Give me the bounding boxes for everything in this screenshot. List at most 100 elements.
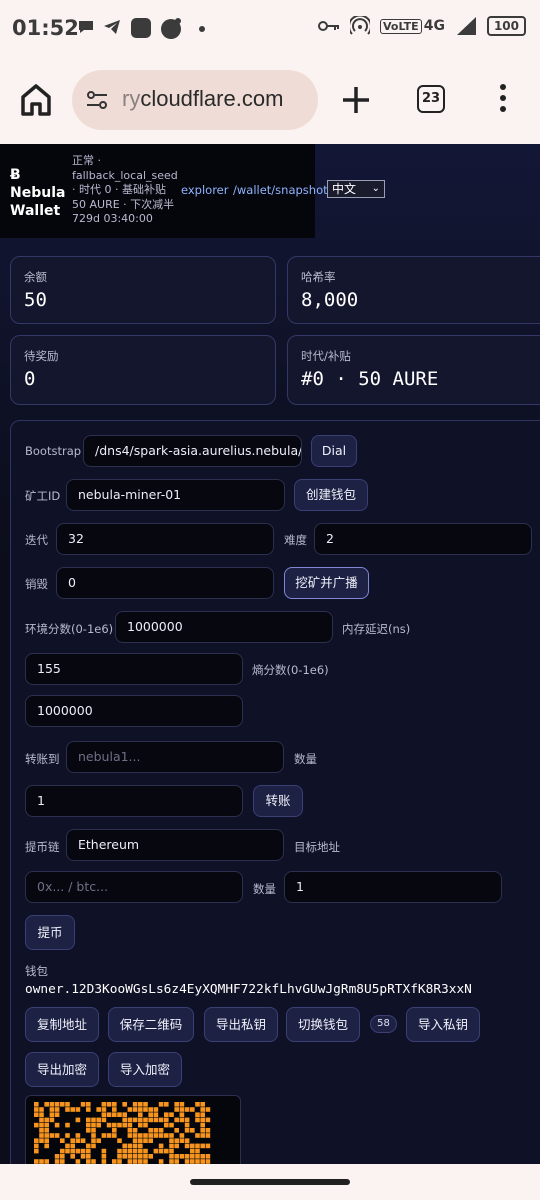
- home-icon[interactable]: [18, 82, 54, 118]
- save-qr-button[interactable]: 保存二维码: [108, 1007, 194, 1042]
- qr-module: [86, 1148, 91, 1154]
- qr-module: [49, 1112, 55, 1117]
- qr-module: [148, 1128, 153, 1133]
- qr-module: [138, 1148, 143, 1154]
- target-address-input[interactable]: 0x... / btc...: [25, 871, 243, 903]
- more-menu-icon[interactable]: [497, 84, 509, 118]
- qr-module: [190, 1154, 195, 1159]
- explorer-link[interactable]: explorer: [181, 183, 229, 197]
- difficulty-input[interactable]: 2: [314, 523, 532, 555]
- home-gesture-handle[interactable]: [190, 1179, 350, 1185]
- burn-input[interactable]: 0: [56, 567, 274, 599]
- qr-module: [190, 1143, 195, 1149]
- qr-module: [179, 1154, 185, 1159]
- qr-module: [122, 1102, 127, 1107]
- copy-address-button[interactable]: 复制地址: [25, 1007, 99, 1042]
- export-encrypted-button[interactable]: 导出加密: [25, 1052, 99, 1087]
- url-prefix: ry: [122, 86, 141, 111]
- qr-module: [200, 1128, 205, 1133]
- qr-module: [127, 1117, 133, 1123]
- chat-bubble-icon: [79, 21, 93, 33]
- wallet-label: 钱包: [25, 964, 48, 978]
- bootstrap-input[interactable]: /dns4/spark-asia.aurelius.nebula/tcp: [83, 435, 302, 467]
- qr-module: [132, 1143, 138, 1149]
- qr-module: [49, 1117, 55, 1123]
- qr-module: [122, 1117, 127, 1123]
- miner-id-label: 矿工ID: [25, 489, 61, 503]
- dial-button[interactable]: Dial: [311, 435, 357, 467]
- qr-module: [44, 1138, 49, 1143]
- snapshot-link[interactable]: /wallet/snapshot: [233, 183, 328, 197]
- qr-module: [174, 1117, 179, 1123]
- withdraw-button[interactable]: 提币: [25, 915, 75, 950]
- qr-module: [112, 1128, 117, 1133]
- qr-module: [70, 1143, 75, 1149]
- qr-module: [138, 1154, 143, 1159]
- hashrate-label: 哈希率: [301, 270, 336, 284]
- qr-module: [96, 1107, 101, 1112]
- qr-module: [34, 1138, 39, 1143]
- qr-module: [54, 1154, 60, 1159]
- qr-module: [174, 1128, 179, 1133]
- amount-input[interactable]: 1: [25, 785, 243, 817]
- qr-module: [80, 1138, 86, 1143]
- qr-module: [179, 1107, 185, 1112]
- qr-module: [132, 1148, 138, 1154]
- qr-module: [117, 1148, 122, 1154]
- url-domain: cloudflare.com: [140, 86, 284, 111]
- entropy-score-input[interactable]: 1000000: [25, 695, 243, 727]
- battery-indicator: 100: [486, 16, 526, 36]
- qr-module: [164, 1117, 169, 1123]
- language-select[interactable]: 中文 ⌄: [327, 180, 385, 198]
- qr-module: [184, 1138, 190, 1143]
- qr-module: [190, 1107, 195, 1112]
- mine-broadcast-button[interactable]: 挖矿并广播: [284, 567, 369, 599]
- telegram-icon: [104, 20, 120, 34]
- site-settings-icon[interactable]: [84, 87, 110, 113]
- qr-module: [39, 1117, 44, 1123]
- notification-dot-icon: [199, 26, 205, 32]
- qr-module: [96, 1138, 101, 1143]
- url-text[interactable]: rycloudflare.com: [122, 86, 283, 112]
- qr-module: [44, 1102, 49, 1107]
- qr-module: [148, 1154, 153, 1159]
- transfer-button[interactable]: 转账: [253, 785, 303, 817]
- new-tab-icon[interactable]: [340, 84, 372, 116]
- url-bar[interactable]: rycloudflare.com: [72, 70, 318, 130]
- memory-latency-input[interactable]: 155: [25, 653, 243, 685]
- qr-module: [195, 1143, 200, 1149]
- transfer-to-input[interactable]: nebula1...: [66, 741, 284, 773]
- status-line: 正常 ·: [72, 154, 101, 167]
- qr-module: [132, 1133, 138, 1138]
- qr-module: [75, 1138, 81, 1143]
- iterations-input[interactable]: 32: [56, 523, 274, 555]
- withdraw-chain-input[interactable]: Ethereum: [66, 829, 284, 861]
- import-private-key-button[interactable]: 导入私钥: [406, 1007, 480, 1042]
- miner-id-input[interactable]: nebula-miner-01: [66, 479, 285, 511]
- env-score-input[interactable]: 1000000: [115, 611, 333, 643]
- qr-module: [164, 1122, 169, 1128]
- qr-module: [169, 1138, 174, 1143]
- qr-module: [122, 1148, 127, 1154]
- app-square-icon: [131, 18, 151, 38]
- qr-module: [39, 1107, 44, 1112]
- qr-module: [54, 1112, 60, 1117]
- qr-module: [96, 1122, 101, 1128]
- qr-module: [127, 1133, 133, 1138]
- export-private-key-button[interactable]: 导出私钥: [204, 1007, 278, 1042]
- network-type: 4G: [423, 18, 445, 34]
- import-encrypted-button[interactable]: 导入加密: [108, 1052, 182, 1087]
- qr-module: [174, 1102, 179, 1107]
- create-wallet-button[interactable]: 创建钱包: [294, 479, 368, 511]
- qr-module: [138, 1138, 143, 1143]
- qr-module: [195, 1148, 200, 1154]
- qr-module: [44, 1117, 49, 1123]
- withdraw-amount-input[interactable]: 1: [284, 871, 502, 903]
- switch-wallet-button[interactable]: 切换钱包: [286, 1007, 360, 1042]
- qr-module: [54, 1102, 60, 1107]
- qr-module: [117, 1122, 122, 1128]
- web-page: Ƀ Nebula Wallet 正常 · fallback_local_seed…: [0, 144, 540, 1164]
- tab-switcher-button[interactable]: 23: [417, 85, 445, 113]
- qr-module: [86, 1117, 91, 1123]
- qr-module: [122, 1143, 127, 1149]
